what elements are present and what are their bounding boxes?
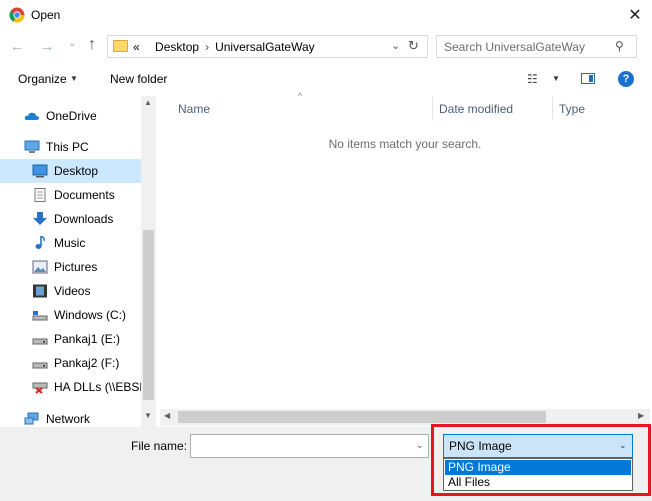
sidebar-item-label: Music (54, 236, 86, 250)
network-drive-disconnected-icon (32, 382, 48, 394)
sidebar-item-label: Windows (C:) (54, 308, 127, 322)
breadcrumb-universalgateway[interactable]: UniversalGateWay (215, 40, 315, 54)
file-name-label: File name: (131, 439, 188, 453)
desktop-icon (32, 164, 48, 178)
column-header-name[interactable]: Name (178, 102, 210, 116)
breadcrumb-sep-icon: › (205, 40, 210, 54)
view-options-icon[interactable]: ☷ (527, 72, 538, 86)
search-placeholder: Search UniversalGateWay (444, 40, 585, 54)
sidebar-item-label: OneDrive (46, 109, 97, 123)
videos-icon (33, 284, 47, 298)
window-title: Open (31, 8, 61, 22)
file-type-dropdown-list: PNG Image All Files (443, 458, 633, 491)
navigation-pane: OneDrive This PC Desktop Documents Downl… (0, 96, 156, 427)
breadcrumb-sep-icon (143, 40, 155, 54)
sidebar-item-videos[interactable]: Videos (0, 279, 141, 303)
up-button[interactable]: ↑ (88, 36, 96, 54)
sidebar-item-label: Videos (54, 284, 91, 298)
file-type-select[interactable]: PNG Image ⌄ (443, 434, 633, 458)
column-header-type[interactable]: Type (559, 102, 585, 116)
chrome-icon (9, 7, 25, 23)
scroll-down-icon[interactable]: ▼ (144, 411, 152, 420)
sidebar-item-label: This PC (46, 140, 89, 154)
sidebar-item-pankaj1-e[interactable]: Pankaj1 (E:) (0, 327, 141, 351)
sidebar-item-label: Pankaj1 (E:) (54, 332, 121, 346)
sidebar-scrollbar-thumb[interactable] (143, 230, 154, 400)
empty-list-message: No items match your search. (328, 137, 482, 151)
drive-icon (32, 311, 48, 321)
file-name-dropdown-icon[interactable]: ⌄ (416, 440, 424, 451)
sidebar-item-onedrive[interactable]: OneDrive (0, 104, 141, 128)
documents-icon (34, 188, 46, 202)
column-header-date-modified[interactable]: Date modified (439, 102, 513, 116)
drive-icon (32, 362, 48, 369)
chevron-down-icon[interactable]: ▼ (552, 74, 560, 83)
file-type-option-png[interactable]: PNG Image (445, 460, 631, 475)
address-bar[interactable]: « Desktop › UniversalGateWay ⌄ ↻ (107, 35, 428, 58)
sidebar-item-label: Pictures (54, 260, 98, 274)
sidebar-item-pictures[interactable]: Pictures (0, 255, 141, 279)
sidebar-item-music[interactable]: Music (0, 231, 141, 255)
help-icon[interactable]: ? (618, 71, 634, 87)
organize-button[interactable]: Organize (18, 72, 67, 86)
cloud-icon (24, 112, 39, 120)
sidebar-item-pankaj2-f[interactable]: Pankaj2 (F:) (0, 351, 141, 375)
sidebar-item-windows-c[interactable]: Windows (C:) (0, 303, 141, 327)
network-icon (24, 412, 39, 425)
pictures-icon (32, 260, 48, 274)
sidebar-item-label: HA DLLs (\\EBSD (54, 380, 141, 394)
column-header-row: Name Date modified Type (160, 96, 640, 123)
title-bar: Open ✕ (0, 0, 652, 30)
file-type-option-all-files[interactable]: All Files (445, 475, 631, 490)
folder-icon (113, 40, 128, 52)
column-divider[interactable] (552, 96, 553, 120)
breadcrumb-desktop[interactable]: Desktop (155, 40, 199, 54)
chevron-down-icon[interactable]: ⌄ (619, 440, 627, 451)
sidebar-item-desktop[interactable]: Desktop (0, 159, 141, 183)
sidebar-item-label: Desktop (54, 164, 99, 178)
drive-icon (32, 338, 48, 345)
sidebar-item-label: Network (46, 412, 91, 426)
music-icon (35, 236, 45, 249)
scroll-left-icon[interactable]: ◀ (164, 411, 170, 420)
recent-locations-button[interactable]: ⌄ (68, 38, 76, 49)
new-folder-button[interactable]: New folder (110, 72, 167, 86)
search-input[interactable]: Search UniversalGateWay ⚲ (436, 35, 637, 58)
sidebar-item-label: Pankaj2 (F:) (54, 356, 120, 370)
sidebar-item-label: Downloads (54, 212, 114, 226)
scroll-right-icon[interactable]: ▶ (638, 411, 644, 420)
column-divider[interactable] (432, 96, 433, 120)
scroll-up-icon[interactable]: ▲ (144, 98, 152, 107)
sidebar-item-label: Documents (54, 188, 115, 202)
sidebar-item-this-pc[interactable]: This PC (0, 135, 141, 159)
sidebar-item-ha-dlls[interactable]: HA DLLs (\\EBSD (0, 375, 141, 399)
preview-pane-icon[interactable] (581, 73, 595, 84)
breadcrumb-overflow[interactable]: « (133, 40, 140, 54)
file-type-selected: PNG Image (449, 439, 512, 453)
close-button[interactable]: ✕ (620, 2, 650, 28)
chevron-down-icon[interactable]: ▼ (70, 74, 78, 83)
address-dropdown-icon[interactable]: ⌄ (391, 39, 400, 52)
back-button[interactable]: ← (10, 38, 24, 54)
computer-icon (24, 140, 40, 153)
breadcrumb: « Desktop › UniversalGateWay (133, 40, 315, 54)
horizontal-scrollbar-thumb[interactable] (178, 411, 546, 423)
download-icon (33, 212, 47, 225)
refresh-icon[interactable]: ↻ (408, 38, 419, 54)
sidebar-item-downloads[interactable]: Downloads (0, 207, 141, 231)
file-name-input[interactable] (190, 434, 429, 458)
search-icon[interactable]: ⚲ (615, 39, 624, 53)
forward-button[interactable]: → (40, 38, 54, 54)
sidebar-item-documents[interactable]: Documents (0, 183, 141, 207)
